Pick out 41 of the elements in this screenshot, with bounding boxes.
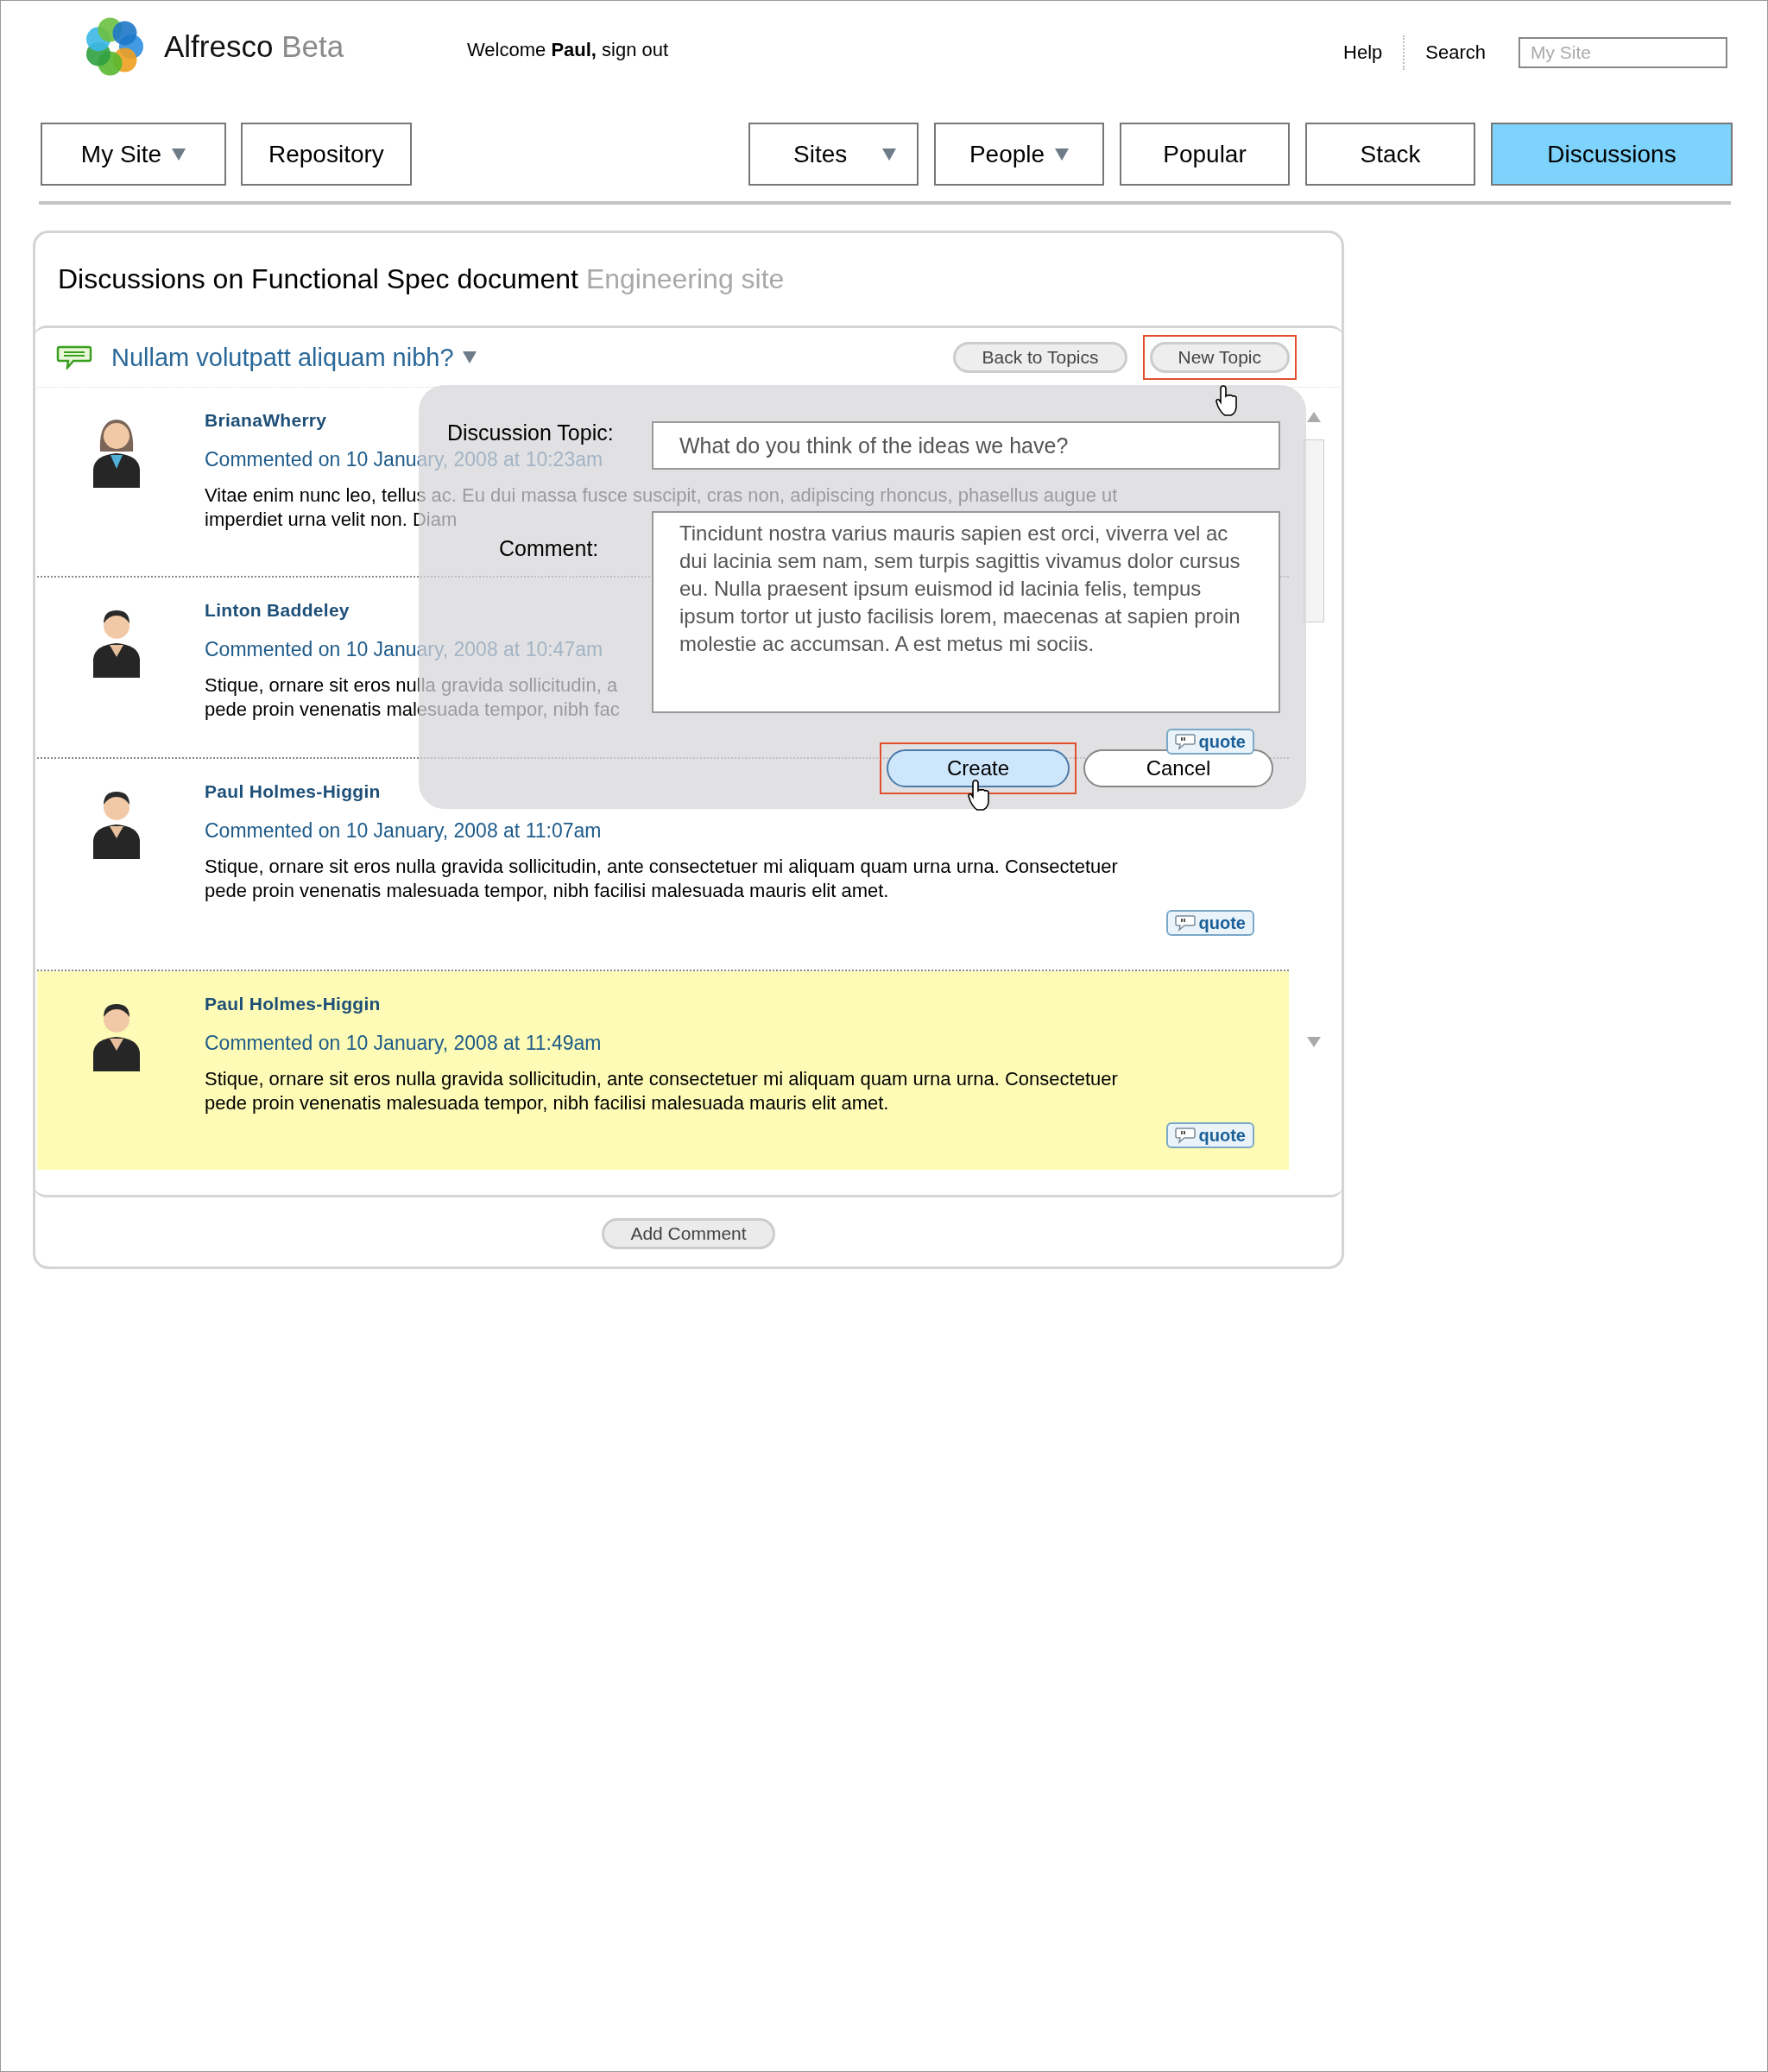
topic-button[interactable]: Back to Topics bbox=[953, 342, 1127, 373]
author-link[interactable]: Linton Baddeley bbox=[205, 600, 350, 621]
nav-tab[interactable]: Repository bbox=[241, 123, 412, 186]
nav-tab[interactable]: Popular bbox=[1120, 123, 1290, 186]
nav-tab[interactable]: Stack bbox=[1305, 123, 1475, 186]
nav-tab[interactable]: People bbox=[934, 123, 1104, 186]
nav-tab[interactable]: Sites bbox=[748, 123, 919, 186]
topic-dropdown[interactable]: Nullam volutpatt aliquam nibh? bbox=[111, 343, 477, 372]
panel-title: Discussions on Functional Spec document Engineering site bbox=[57, 262, 786, 296]
scroll-down-icon bbox=[1307, 1037, 1321, 1047]
logo-text: Alfresco Beta bbox=[164, 28, 344, 64]
speech-bubble-icon bbox=[1174, 914, 1196, 932]
discussion-icon bbox=[56, 345, 92, 370]
speech-bubble-icon bbox=[1174, 733, 1196, 750]
topic-button[interactable]: New Topic bbox=[1149, 342, 1290, 373]
search-field[interactable]: My Site bbox=[1519, 37, 1727, 68]
topic-field[interactable]: What do you think of the ideas we have? bbox=[652, 421, 1280, 470]
comment-text: Stique, ornare sit eros nulla gravida sollicitudin, a pede proin venenatis malesuada tempor, nibh fac bbox=[205, 673, 620, 722]
hand-cursor-icon bbox=[1215, 384, 1239, 417]
comment-date: Commented on 10 January, 2008 at 11:49am bbox=[205, 1032, 602, 1054]
comment-date: Commented on 10 January, 2008 at 11:07am bbox=[205, 819, 602, 842]
author-link[interactable]: BrianaWherry bbox=[205, 410, 327, 431]
nav-tab[interactable]: My Site bbox=[41, 123, 226, 186]
add-comment-button[interactable]: Add Comment bbox=[602, 1218, 775, 1249]
comment-text: Stique, ornare sit eros nulla gravida sollicitudin, ante consectetuer mi aliquam quam urna urna. Consectetuer pede proin venenatis malesuada tempor, nibh facilisi malesuada mauris elit amet. bbox=[205, 855, 1118, 903]
field-label: Discussion Topic: bbox=[447, 421, 614, 444]
header-link[interactable]: Help bbox=[1343, 41, 1383, 64]
comment-text: Stique, ornare sit eros nulla gravida sollicitudin, ante consectetuer mi aliquam quam urna urna. Consectetuer pede proin venenatis malesuada tempor, nibh facilisi malesuada mauris elit amet. bbox=[205, 1067, 1118, 1115]
hand-cursor-icon bbox=[967, 779, 991, 812]
quote-button[interactable]: quote bbox=[1165, 729, 1254, 755]
welcome-text: Welcome Paul, sign out bbox=[467, 39, 669, 61]
author-link[interactable]: Paul Holmes-Higgin bbox=[205, 994, 381, 1014]
create-button[interactable]: Create bbox=[887, 749, 1070, 787]
author-link[interactable]: Paul Holmes-Higgin bbox=[205, 781, 381, 802]
field-label: Comment: bbox=[499, 537, 599, 559]
nav-tab[interactable]: Discussions bbox=[1491, 123, 1733, 186]
quote-button[interactable]: quote bbox=[1165, 910, 1254, 936]
speech-bubble-icon bbox=[1174, 1127, 1196, 1144]
header-link[interactable]: Search bbox=[1425, 41, 1486, 64]
quote-button[interactable]: quote bbox=[1165, 1122, 1254, 1148]
scroll-up-icon bbox=[1307, 412, 1321, 422]
